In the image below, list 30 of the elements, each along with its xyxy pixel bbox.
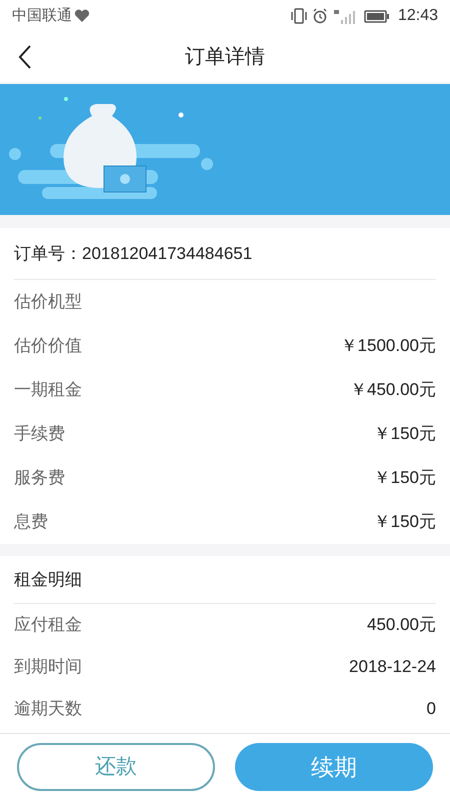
signal-icon: [332, 8, 356, 24]
row-value: ￥450.00元: [350, 379, 436, 402]
row-value: 450.00元: [367, 614, 436, 636]
section-title: 租金明细: [14, 568, 82, 591]
row-value: 0: [426, 698, 436, 720]
row-label: 手续费: [14, 423, 65, 446]
row-label: 应付租金: [14, 614, 82, 636]
heart-icon: [74, 9, 90, 23]
carrier-name: 中国联通: [12, 6, 72, 26]
row-label: 到期时间: [14, 656, 82, 678]
row-label: 一期租金: [14, 379, 82, 402]
row-value: ￥150元: [374, 467, 436, 490]
page-title: 订单详情: [185, 45, 265, 70]
row-value: 2018-12-24: [349, 656, 436, 678]
row-label: 估价价值: [14, 335, 82, 358]
row-label: 息费: [14, 511, 48, 534]
clock-time: 12:43: [398, 6, 438, 26]
row-value: ￥1500.00元: [340, 335, 436, 358]
back-icon: [18, 44, 32, 70]
renew-button[interactable]: 续期: [235, 743, 433, 791]
row-value: ￥150元: [374, 423, 436, 446]
order-number: 订单号：201812041734484651: [14, 242, 252, 265]
alarm-icon: [312, 8, 328, 24]
row-label: 服务费: [14, 467, 65, 490]
repay-button[interactable]: 还款: [17, 743, 215, 791]
row-label: 估价机型: [14, 291, 82, 314]
row-label: 逾期天数: [14, 698, 82, 720]
row-value: ￥150元: [374, 511, 436, 534]
vibrate-icon: [290, 8, 308, 24]
battery-icon: [364, 10, 390, 22]
